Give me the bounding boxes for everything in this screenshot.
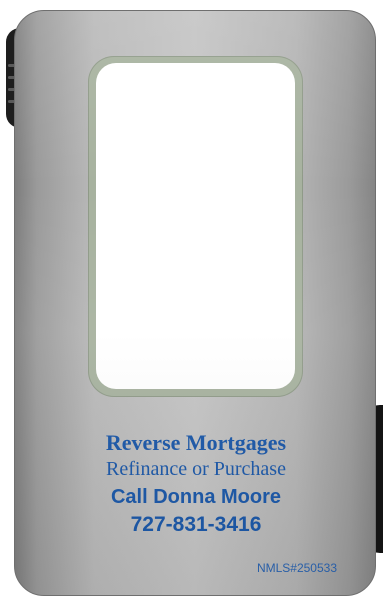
photo-window	[96, 63, 295, 389]
magnet-frame-product: Reverse Mortgages Refinance or Purchase …	[0, 0, 383, 606]
headline: Reverse Mortgages	[105, 430, 287, 455]
silver-card: Reverse Mortgages Refinance or Purchase …	[14, 10, 376, 596]
nmls-number: NMLS#250533	[256, 561, 337, 575]
phone-number: 727-831-3416	[130, 513, 262, 536]
ad-text-block: Reverse Mortgages Refinance or Purchase …	[15, 430, 375, 538]
subheadline: Refinance or Purchase	[106, 458, 286, 480]
call-to-action: Call Donna Moore	[110, 486, 281, 508]
photo-window-frame	[88, 56, 303, 397]
